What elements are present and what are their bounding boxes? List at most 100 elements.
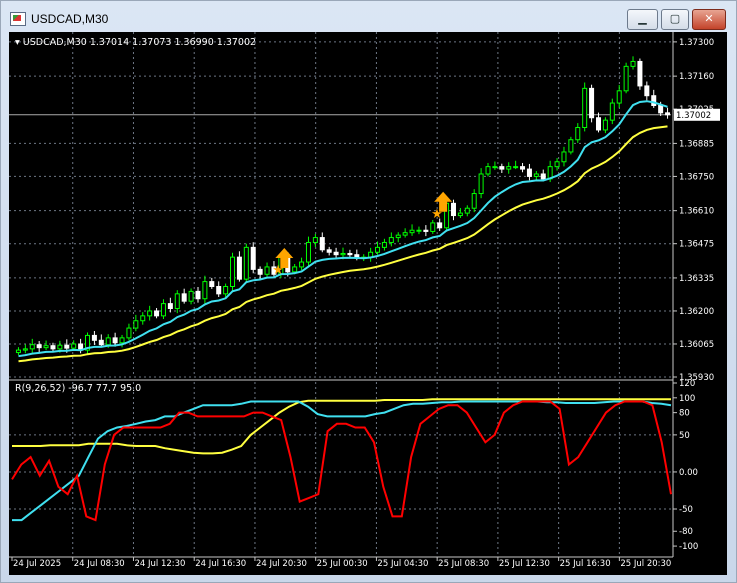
candle-body <box>388 237 394 243</box>
candle-body <box>112 337 118 344</box>
time-label: 24 Jul 12:30 <box>134 559 185 569</box>
candle-body <box>354 254 360 258</box>
chart-canvas[interactable]: ★★ 1.373001.371601.370251.368851.367501.… <box>9 32 727 575</box>
price-tick-label: 1.37300 <box>679 38 714 48</box>
candle-body <box>485 166 491 175</box>
osc-tick-label: 100 <box>679 394 695 404</box>
candle-body <box>57 344 63 350</box>
candle-body <box>616 90 622 104</box>
osc-tick-label: 80 <box>679 409 690 419</box>
time-label: 24 Jul 2025 <box>13 559 61 569</box>
candle-body <box>299 261 305 268</box>
candle-body <box>188 290 194 302</box>
candle-body <box>133 320 139 329</box>
signal-star-icon: ★ <box>272 263 284 278</box>
title-bar[interactable]: USDCAD,M30 ▁ ▢ ✕ <box>1 1 736 31</box>
candle-body <box>202 281 208 300</box>
candle-body <box>64 344 70 349</box>
candle-body <box>381 241 387 248</box>
candle-body <box>651 95 657 106</box>
osc-tick-label: 120 <box>679 379 695 389</box>
indicator-label: R(9,26,52) -96.7 77.7 95.0 <box>15 383 141 394</box>
minimize-button[interactable]: ▁ <box>627 9 658 30</box>
candle-body <box>561 151 567 163</box>
candle-body <box>181 293 187 302</box>
candle-body <box>243 246 249 280</box>
candle-body <box>264 266 270 275</box>
price-tick-label: 1.37160 <box>679 72 714 82</box>
candle-body <box>478 173 484 195</box>
candle-body <box>98 339 104 346</box>
candle-body <box>526 168 532 177</box>
time-label: 25 Jul 08:30 <box>438 559 489 569</box>
candle-body <box>160 303 166 317</box>
candle-body <box>292 266 298 273</box>
candle-body <box>520 166 526 170</box>
price-tick-label: 1.36750 <box>679 172 714 182</box>
candle-body <box>471 193 477 209</box>
window-title: USDCAD,M30 <box>31 12 109 26</box>
candle-body <box>223 285 229 295</box>
candle-body <box>250 246 256 270</box>
candle-body <box>236 256 242 280</box>
candle-body <box>305 241 311 263</box>
candle-body <box>154 310 160 317</box>
price-tick-label: 1.36885 <box>679 139 714 149</box>
candle-body <box>167 303 173 310</box>
candle-body <box>602 119 608 131</box>
candle-body <box>409 229 415 234</box>
candle-body <box>589 87 595 119</box>
candle-body <box>437 222 443 229</box>
time-label: 25 Jul 16:30 <box>560 559 611 569</box>
osc-tick-label: -80 <box>679 527 693 537</box>
candle-body <box>347 252 353 256</box>
candle-body <box>257 268 263 275</box>
osc-tick-label: 0.00 <box>679 468 698 478</box>
candle-body <box>402 232 408 236</box>
candle-body <box>50 345 56 350</box>
time-label: 25 Jul 04:30 <box>377 559 428 569</box>
candle-body <box>91 334 97 341</box>
candle-body <box>658 104 664 114</box>
candle-body <box>513 166 519 169</box>
close-button[interactable]: ✕ <box>692 9 726 30</box>
candle-body <box>126 327 132 339</box>
current-price-label: 1.37002 <box>676 111 711 121</box>
price-tick-label: 1.36065 <box>679 340 714 350</box>
candle-body <box>644 85 650 97</box>
candle-body <box>375 246 381 253</box>
time-label: 24 Jul 16:30 <box>195 559 246 569</box>
candle-body <box>637 60 643 87</box>
symbol-info: ▾ USDCAD,M30 1.37014 1.37073 1.36990 1.3… <box>15 37 256 48</box>
candle-body <box>554 161 560 168</box>
candle-body <box>15 349 21 354</box>
candle-body <box>416 229 422 232</box>
time-label: 25 Jul 20:30 <box>620 559 671 569</box>
candle-body <box>423 229 429 232</box>
candle-body <box>43 345 49 349</box>
time-label: 25 Jul 12:30 <box>499 559 550 569</box>
candle-body <box>533 173 539 177</box>
candle-body <box>492 166 498 169</box>
candle-body <box>174 293 180 310</box>
candle-body <box>340 252 346 256</box>
candle-body <box>665 112 671 116</box>
candle-body <box>623 65 629 92</box>
osc-tick-label: 50 <box>679 431 690 441</box>
candle-body <box>216 285 222 295</box>
candle-body <box>506 166 512 170</box>
candle-body <box>147 310 153 317</box>
candle-body <box>630 60 636 67</box>
candle-body <box>464 207 470 214</box>
candle-body <box>499 166 505 170</box>
candle-body <box>312 237 318 243</box>
candle-body <box>230 256 236 287</box>
candle-body <box>430 222 436 232</box>
candle-body <box>119 337 125 344</box>
candle-body <box>36 344 42 349</box>
price-tick-label: 1.36610 <box>679 207 714 217</box>
candle-body <box>450 202 456 217</box>
maximize-button[interactable]: ▢ <box>661 9 689 30</box>
terminal-window: USDCAD,M30 ▁ ▢ ✕ ★★ 1.373001.371601.3702… <box>0 0 737 583</box>
candle-body <box>609 102 615 121</box>
